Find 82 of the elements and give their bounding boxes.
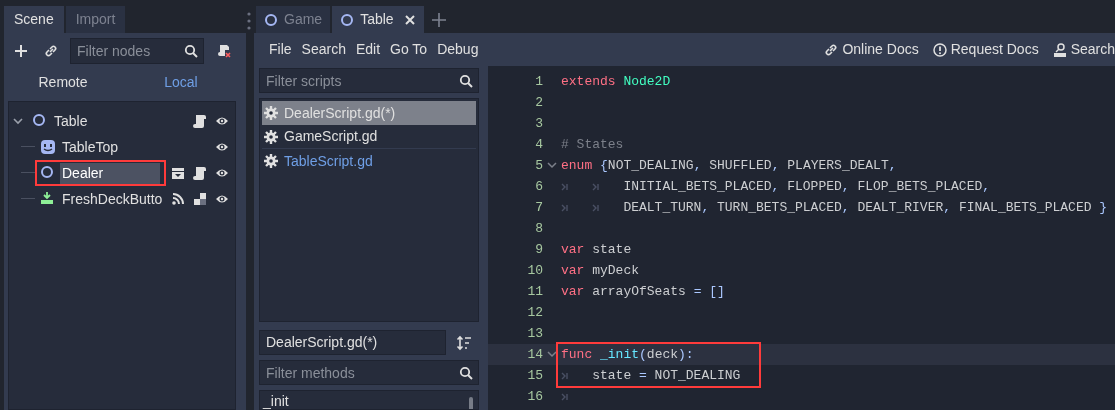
line-number: 7 bbox=[534, 198, 543, 217]
exclamation-icon bbox=[932, 42, 947, 57]
circle-node-icon bbox=[264, 12, 278, 27]
line-number: 10 bbox=[526, 261, 543, 280]
group-icon[interactable] bbox=[193, 192, 207, 206]
search-icon bbox=[184, 44, 198, 58]
filter-methods-field[interactable]: Filter methods bbox=[259, 360, 479, 385]
sprite-face-icon bbox=[40, 139, 56, 155]
script-remove-icon[interactable] bbox=[216, 43, 232, 59]
link-icon bbox=[824, 42, 839, 57]
gear-icon bbox=[264, 154, 278, 168]
link-icon[interactable] bbox=[44, 44, 58, 58]
tab-marker-icon bbox=[592, 203, 601, 212]
line-number: 13 bbox=[526, 324, 543, 343]
node-name[interactable]: TableTop bbox=[60, 136, 121, 158]
add-tab-icon[interactable] bbox=[431, 12, 446, 27]
doc-search-icon bbox=[1052, 42, 1067, 57]
button-node-icon bbox=[40, 191, 56, 207]
code-line: var myDeck bbox=[561, 261, 639, 280]
clapperboard-icon[interactable] bbox=[171, 166, 185, 180]
node-name[interactable]: FreshDeckButto bbox=[60, 188, 165, 210]
code-line: var arrayOfSeats = [] bbox=[561, 282, 725, 301]
tab-marker-icon bbox=[592, 182, 601, 191]
script-item[interactable]: TableScript.gd bbox=[262, 149, 476, 173]
menu-item[interactable]: Go To bbox=[385, 39, 433, 60]
menu-item[interactable]: Search bbox=[296, 39, 351, 60]
line-number: 16 bbox=[526, 387, 543, 406]
node-name[interactable]: Table bbox=[52, 110, 90, 132]
tab-marker-icon bbox=[561, 371, 569, 380]
chevron-icon[interactable] bbox=[13, 117, 23, 125]
script-name-field[interactable]: DealerScript.gd(*) bbox=[259, 330, 446, 355]
code-line: state = NOT_DEALING bbox=[592, 366, 741, 385]
doc-link[interactable]: Search bbox=[1052, 39, 1115, 60]
menu-item[interactable]: File bbox=[264, 39, 297, 60]
panel-tab[interactable]: Scene bbox=[4, 6, 64, 33]
doc-link[interactable]: Request Docs bbox=[932, 39, 1039, 60]
line-number: 8 bbox=[534, 219, 543, 238]
tab-marker-icon bbox=[561, 182, 569, 191]
line-number: 12 bbox=[526, 303, 543, 322]
script-item[interactable]: GameScript.gd bbox=[262, 125, 476, 149]
close-icon[interactable] bbox=[403, 13, 416, 26]
mode-tab[interactable]: Remote bbox=[4, 71, 122, 93]
tab-marker-icon bbox=[561, 392, 569, 401]
menu-item[interactable]: Debug bbox=[432, 39, 484, 60]
scroll-icon[interactable] bbox=[193, 166, 207, 180]
node-name[interactable]: Dealer bbox=[60, 162, 160, 184]
line-number: 4 bbox=[534, 135, 543, 154]
gear-icon bbox=[264, 129, 278, 144]
line-number: 1 bbox=[534, 72, 543, 91]
filter-nodes-field[interactable]: Filter nodes bbox=[70, 38, 204, 64]
code-line: enum {NOT_DEALING, SHUFFLED, PLAYERS_DEALT, bbox=[561, 156, 897, 175]
line-number: 3 bbox=[534, 114, 543, 133]
code-line: extends Node2D bbox=[561, 72, 671, 91]
code-line: func _init(deck): bbox=[561, 345, 694, 364]
filter-scripts-field[interactable]: Filter scripts bbox=[259, 68, 479, 93]
scroll-icon[interactable] bbox=[193, 114, 207, 128]
circle-node-icon bbox=[32, 113, 48, 129]
line-number: 11 bbox=[526, 282, 543, 301]
tab-marker-icon bbox=[561, 203, 569, 212]
code-line: var state bbox=[561, 240, 632, 259]
circle-node-icon bbox=[340, 12, 355, 27]
signal-icon[interactable] bbox=[171, 192, 185, 206]
code-line: INITIAL_BETS_PLACED, FLOPPED, FLOP_BETS_PLACED, bbox=[623, 177, 991, 196]
menu-item[interactable]: Edit bbox=[350, 39, 386, 60]
drag-handle-icon[interactable] bbox=[247, 12, 251, 30]
editor-tab[interactable]: Table bbox=[332, 6, 424, 33]
line-number: 9 bbox=[534, 240, 543, 259]
doc-link[interactable]: Online Docs bbox=[824, 39, 919, 60]
line-number: 5 bbox=[534, 156, 543, 175]
code-line: DEALT_TURN, TURN_BETS_PLACED, DEALT_RIVER, FINAL_BETS_PLACED } bbox=[623, 198, 1108, 217]
search-icon bbox=[459, 74, 473, 88]
search-icon bbox=[459, 366, 473, 380]
add-icon[interactable] bbox=[14, 44, 28, 58]
circle-node-icon bbox=[40, 165, 56, 181]
line-number: 15 bbox=[526, 366, 543, 385]
line-number: 14 bbox=[526, 345, 543, 364]
sort-icon[interactable] bbox=[456, 334, 472, 351]
mode-tab[interactable]: Local bbox=[122, 71, 240, 93]
code-line: # States bbox=[561, 135, 624, 154]
line-number: 6 bbox=[534, 177, 543, 196]
line-number: 2 bbox=[534, 93, 543, 112]
gear-icon bbox=[264, 106, 278, 120]
